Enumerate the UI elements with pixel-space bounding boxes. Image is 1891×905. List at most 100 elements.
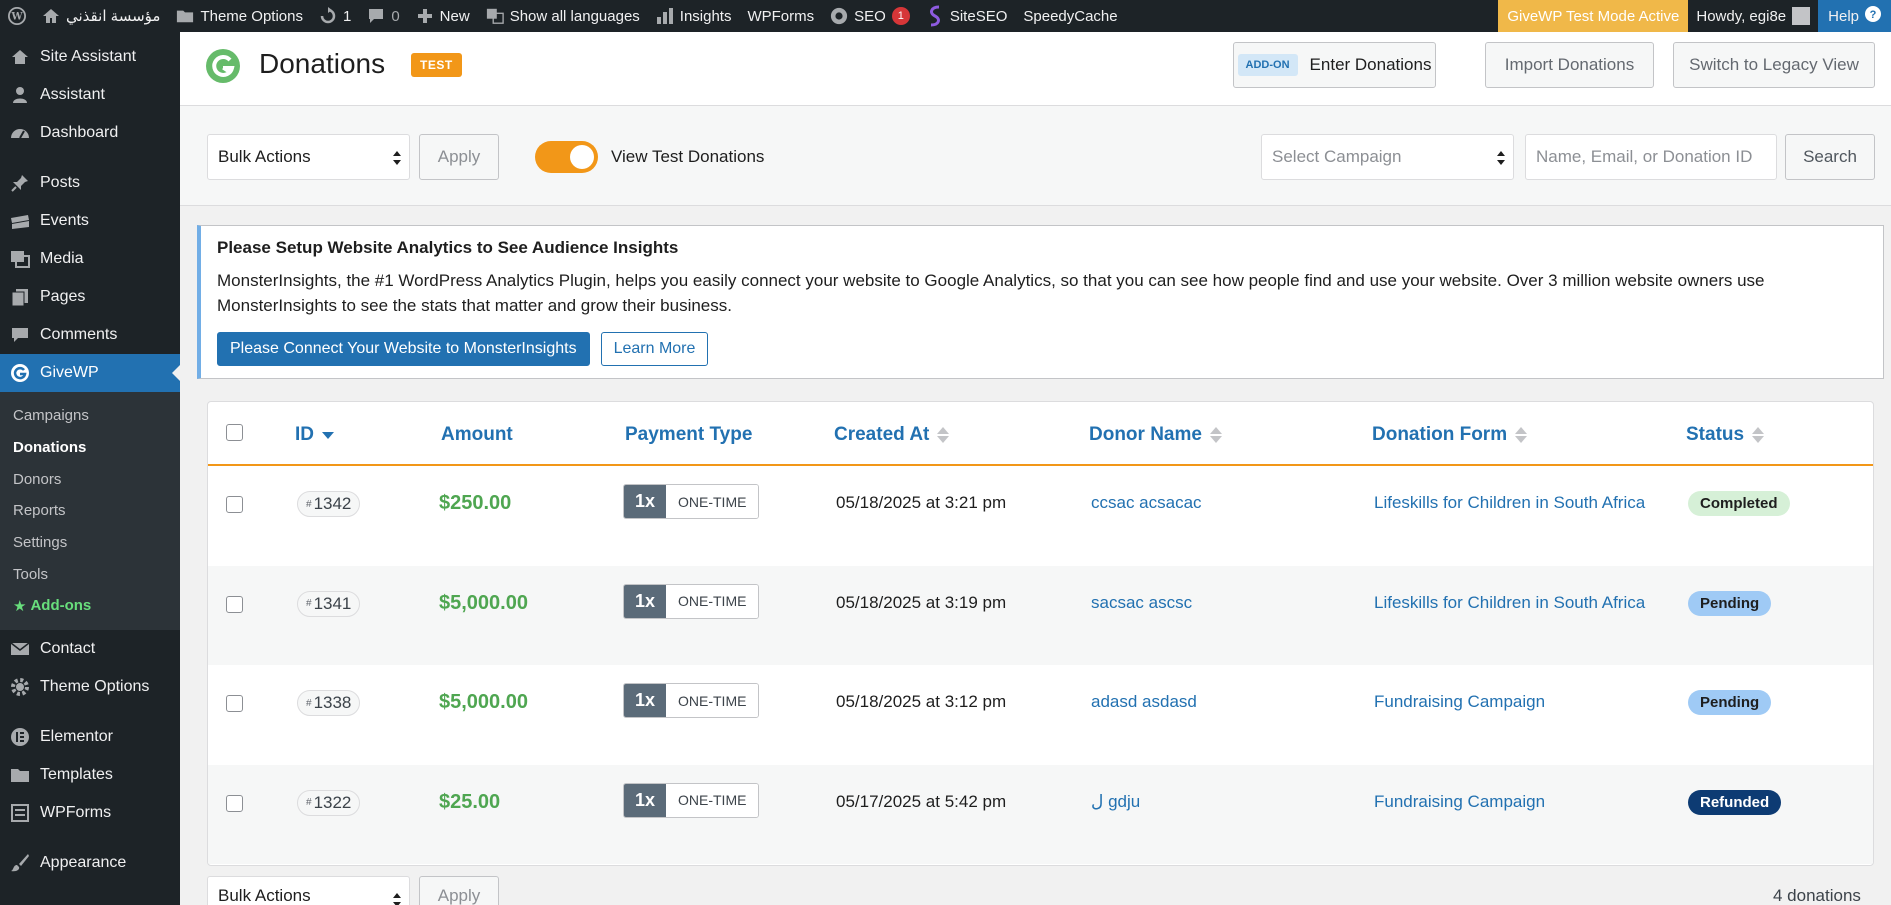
column-header-payment-type[interactable]: Payment Type [625, 424, 752, 446]
wordpress-logo-button[interactable]: W [0, 0, 34, 32]
donation-form-link[interactable]: Lifeskills for Children in South Africa [1374, 593, 1645, 613]
insights-link[interactable]: Insights [648, 0, 740, 32]
view-test-donations-toggle[interactable] [535, 141, 598, 173]
donation-amount: $25.00 [439, 790, 501, 813]
sidebar-item-comments[interactable]: Comments [0, 316, 180, 354]
seo-link[interactable]: SEO 1 [822, 0, 918, 32]
row-checkbox[interactable] [226, 595, 243, 613]
updates-link[interactable]: 1 [311, 0, 359, 32]
donation-id-value: 1341 [313, 593, 352, 613]
column-header-donation-form[interactable]: Donation Form [1372, 424, 1528, 446]
row-checkbox[interactable] [226, 794, 243, 812]
donation-id-value: 1322 [313, 792, 352, 812]
donation-search-input[interactable] [1525, 134, 1777, 180]
column-header-donor-name[interactable]: Donor Name [1089, 424, 1222, 446]
submenu-settings[interactable]: Settings [0, 527, 180, 559]
sidebar-item-appearance[interactable]: Appearance [0, 844, 180, 882]
sidebar-item-media[interactable]: Media [0, 240, 180, 278]
comments-count: 0 [391, 7, 400, 25]
sidebar-item-elementor[interactable]: Elementor [0, 718, 180, 756]
table-row: #1341 $5,000.00 1x ONE-TIME 05/18/2025 at… [208, 565, 1873, 665]
elementor-icon [10, 727, 30, 747]
comments-link[interactable]: 0 [359, 0, 407, 32]
enter-donations-label: Enter Donations [1309, 55, 1432, 74]
sidebar-item-pages[interactable]: Pages [0, 278, 180, 316]
donor-name-link[interactable]: sacsac ascsc [1091, 593, 1192, 613]
import-donations-button[interactable]: Import Donations [1485, 42, 1654, 88]
donation-form-link[interactable]: Fundraising Campaign [1374, 692, 1545, 712]
payment-frequency: 1x [624, 684, 666, 717]
learn-more-button[interactable]: Learn More [600, 332, 709, 366]
donation-form-link[interactable]: Fundraising Campaign [1374, 792, 1545, 812]
wpforms-link[interactable]: WPForms [739, 0, 822, 32]
apply-button[interactable]: Apply [419, 134, 499, 180]
hash-icon: # [306, 697, 312, 709]
new-content-link[interactable]: New [408, 0, 478, 32]
row-checkbox[interactable] [226, 496, 243, 513]
submenu-donors[interactable]: Donors [0, 463, 180, 495]
submenu-campaigns[interactable]: Campaigns [0, 400, 180, 432]
donation-id[interactable]: #1322 [297, 789, 361, 816]
payment-type-label: ONE-TIME [666, 684, 759, 717]
sidebar-item-label: GiveWP [40, 364, 99, 381]
site-name-link[interactable]: مؤسسة انقذني [34, 0, 168, 32]
donor-name-link[interactable]: ل gdju [1091, 792, 1140, 812]
submenu-donations[interactable]: Donations [0, 432, 180, 464]
sidebar-item-posts[interactable]: Posts [0, 164, 180, 202]
donation-id[interactable]: #1342 [297, 491, 361, 517]
sidebar-item-wpforms[interactable]: WPForms [0, 794, 180, 832]
column-header-label: Status [1686, 424, 1745, 445]
payment-type-label: ONE-TIME [666, 584, 759, 618]
donation-form-link[interactable]: Lifeskills for Children in South Africa [1374, 493, 1645, 513]
sidebar-item-site-assistant[interactable]: Site Assistant [0, 38, 180, 76]
wordpress-logo-icon: W [8, 7, 26, 25]
column-header-id[interactable]: ID [295, 424, 334, 446]
sidebar-item-templates[interactable]: Templates [0, 756, 180, 794]
donor-name-link[interactable]: ccsac acsacac [1091, 493, 1202, 513]
search-button[interactable]: Search [1785, 134, 1875, 180]
sidebar-item-contact[interactable]: Contact [0, 630, 180, 668]
bulk-actions-select[interactable]: Bulk Actions [207, 134, 410, 180]
column-header-label: Donation Form [1372, 424, 1508, 445]
sidebar-item-events[interactable]: Events [0, 202, 180, 240]
pin-icon [10, 173, 30, 193]
sidebar-item-assistant[interactable]: Assistant [0, 76, 180, 114]
siteseo-link[interactable]: SiteSEO [918, 0, 1016, 32]
created-at: 05/17/2025 at 5:42 pm [836, 791, 1007, 811]
account-menu[interactable]: Howdy, egi8e [1688, 0, 1818, 32]
help-button[interactable]: Help ? [1818, 0, 1891, 32]
status-badge: Completed [1688, 491, 1790, 516]
select-campaign-dropdown[interactable]: Select Campaign [1261, 134, 1514, 180]
sidebar-item-givewp[interactable]: GiveWP [0, 354, 180, 392]
enter-donations-button[interactable]: ADD-ON Enter Donations [1233, 42, 1436, 88]
connect-monsterinsights-button[interactable]: Please Connect Your Website to MonsterIn… [217, 332, 590, 366]
apply-button-bottom[interactable]: Apply [419, 876, 499, 905]
bulk-actions-select-bottom[interactable]: Bulk Actions [207, 876, 410, 905]
givewp-test-mode-indicator[interactable]: GiveWP Test Mode Active [1498, 0, 1689, 32]
sidebar-item-label: Dashboard [40, 124, 119, 141]
sidebar-item-dashboard[interactable]: Dashboard [0, 114, 180, 152]
donor-name-link[interactable]: adasd asdasd [1091, 692, 1197, 712]
speedycache-link[interactable]: SpeedyCache [1015, 0, 1125, 32]
column-header-created-at[interactable]: Created At [834, 424, 950, 446]
select-all-checkbox[interactable] [226, 424, 243, 441]
submenu-reports[interactable]: Reports [0, 495, 180, 527]
donation-id[interactable]: #1338 [297, 690, 361, 716]
show-languages-link[interactable]: Show all languages [478, 0, 648, 32]
media-icon [10, 249, 30, 269]
siteseo-icon [926, 5, 944, 27]
column-header-status[interactable]: Status [1686, 424, 1765, 446]
donation-id[interactable]: #1341 [297, 590, 361, 617]
theme-options-label: Theme Options [200, 7, 303, 25]
speedycache-label: SpeedyCache [1023, 7, 1118, 25]
sidebar-item-theme-options[interactable]: Theme Options [0, 668, 180, 706]
column-header-amount[interactable]: Amount [441, 424, 513, 446]
submenu-tools[interactable]: Tools [0, 558, 180, 590]
theme-options-link[interactable]: Theme Options [168, 0, 311, 32]
row-checkbox[interactable] [226, 695, 243, 712]
donations-table: ID Amount Payment Type Created At Donor … [207, 401, 1874, 866]
seo-label: SEO [854, 7, 886, 25]
submenu-addons[interactable]: ★ Add-ons [0, 590, 180, 622]
home-icon [42, 7, 60, 25]
switch-legacy-view-button[interactable]: Switch to Legacy View [1673, 42, 1875, 88]
